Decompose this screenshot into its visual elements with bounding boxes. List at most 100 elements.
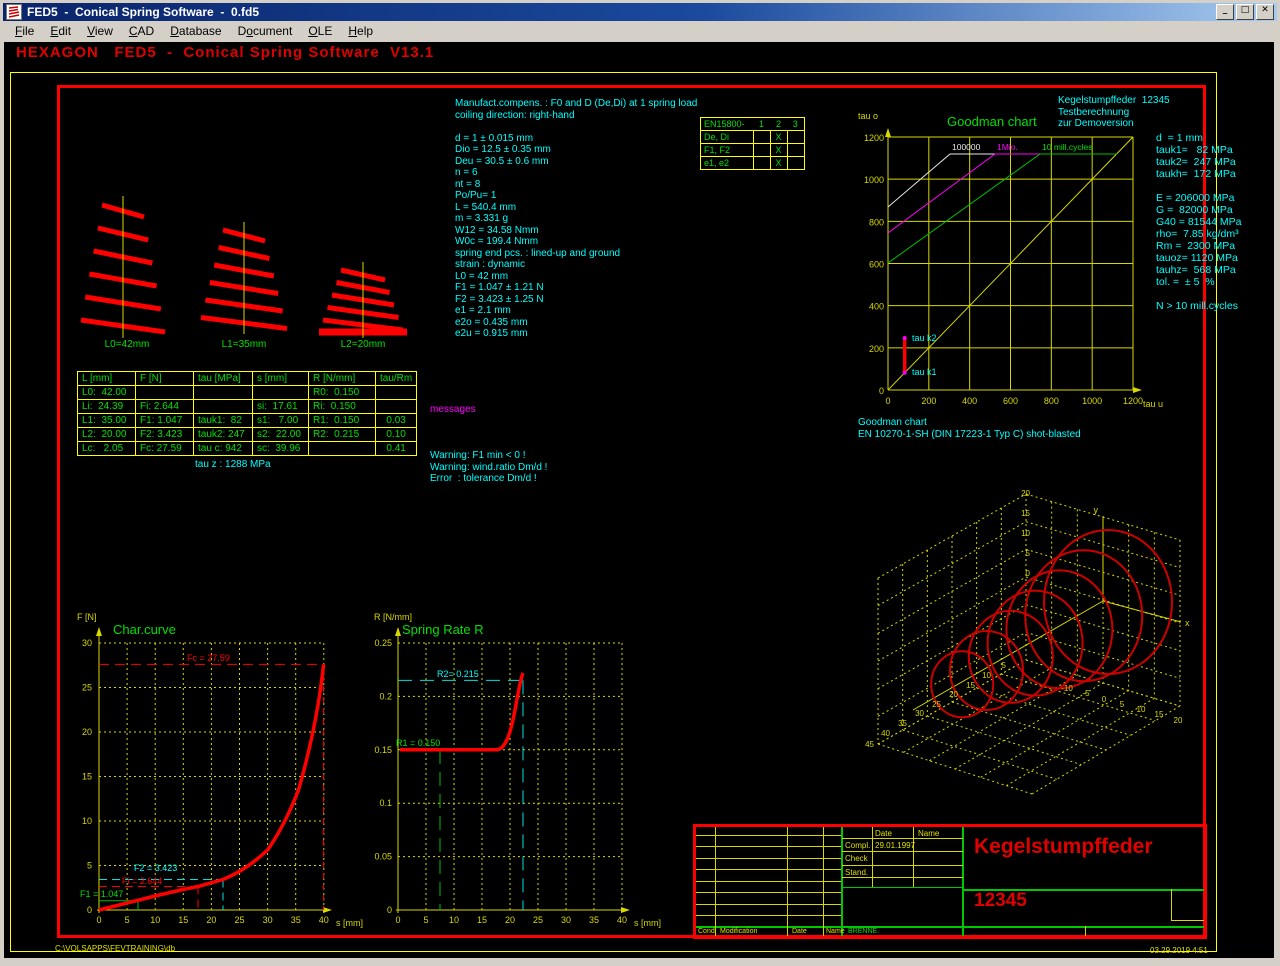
material-data-block: d = 1 mmtauk1= 82 MPatauk2= 247 MPataukh…: [1156, 132, 1242, 312]
messages-title: messages: [430, 404, 547, 416]
material-line: G = 82000 MPa: [1156, 204, 1242, 216]
tick-label: 0: [87, 905, 92, 915]
char-curve-chart: Fc = 27.59 F2 = 3.423 Fi = 2.644 F1 = 1.…: [75, 605, 375, 935]
minimize-button[interactable]: _: [1216, 4, 1234, 20]
material-line: taukh= 172 MPa: [1156, 168, 1242, 180]
parameter-line: F1 = 1.047 ± 1.21 N: [455, 282, 697, 294]
results-cell: F1: 1.047: [136, 414, 194, 428]
menu-view[interactable]: View: [79, 22, 121, 40]
menu-database[interactable]: Database: [162, 22, 229, 40]
parameter-line: L0 = 42 mm: [455, 271, 697, 283]
parameter-line: m = 3.331 g: [455, 213, 697, 225]
grid-line: [696, 904, 841, 905]
char-curve-title: Char.curve: [113, 622, 176, 637]
results-cell: R0: 0.150: [309, 386, 376, 400]
tick-label: 5: [1002, 661, 1007, 670]
spring-icon: [7, 5, 21, 19]
tick-label: 600: [1003, 396, 1018, 406]
fc-label: Fc = 27.59: [187, 653, 230, 663]
spring-rate-y-label: R [N/mm]: [374, 612, 412, 622]
tick-label: 15: [966, 681, 975, 690]
menu-file[interactable]: File: [7, 22, 42, 40]
f2-label: F2 = 3.423: [134, 863, 177, 873]
en15800-table: EN15800-123De, DiXF1, F2Xe1, e2X: [700, 117, 805, 170]
r1-label: R1 = 0.150: [396, 738, 440, 748]
en-header-label: EN15800-: [701, 118, 754, 131]
part-number: 12345: [974, 890, 1027, 912]
tick-label: 0.15: [374, 745, 392, 755]
grid-line: [696, 858, 841, 859]
cycle-line-label: 1Mio.: [997, 142, 1018, 152]
tick-label: 15: [1021, 509, 1030, 518]
material-line: E = 206000 MPa: [1156, 192, 1242, 204]
tick-label: 0: [1102, 695, 1107, 704]
results-cell: Lc: 2.05: [78, 442, 136, 456]
title-bar[interactable]: FED5 - Conical Spring Software - 0.fd5 _…: [3, 3, 1277, 21]
results-cell: s2: 22.00: [253, 428, 309, 442]
tick-label: 0: [879, 386, 884, 396]
part-name: Kegelstumpffeder: [974, 835, 1153, 859]
parameter-line: e2o = 0.435 mm: [455, 317, 697, 329]
tick-label: 10: [1021, 529, 1030, 538]
goodman-caption-line: Goodman chart: [858, 417, 1081, 429]
en-cell: [787, 157, 804, 170]
spring-l2-label: L2=20mm: [321, 339, 405, 350]
spring-rate-x-arrow: [621, 907, 630, 913]
results-cell: [194, 386, 253, 400]
menu-document[interactable]: Document: [230, 22, 301, 40]
app-icon: [6, 4, 22, 20]
tick-label: 20: [949, 690, 958, 699]
tick-label: 30: [561, 915, 571, 925]
cycle-line-label: 100000: [952, 142, 981, 152]
en-cell: [753, 157, 770, 170]
close-button[interactable]: ✕: [1256, 4, 1274, 20]
grid-line: [842, 851, 963, 852]
results-cell: tauk2: 247: [194, 428, 253, 442]
goodman-title: Goodman chart: [947, 114, 1037, 129]
menu-cad[interactable]: CAD: [121, 22, 162, 40]
grid-line: [696, 881, 841, 882]
char-curve-x-label: s [mm]: [336, 918, 363, 928]
tick-label: 10: [449, 915, 459, 925]
parameter-line: Dio = 12.5 ± 0.35 mm: [455, 144, 697, 156]
table-row: L0: 42.00R0: 0.150: [78, 386, 417, 400]
name-label: Name: [826, 928, 845, 935]
tau-k2-label: tau k2: [912, 333, 937, 343]
material-line: Rm = 2300 MPa: [1156, 240, 1242, 252]
goodman-x-axis-label: tau u: [1143, 399, 1163, 409]
maximize-button[interactable]: □: [1236, 4, 1254, 20]
tick-label: 5: [1120, 700, 1125, 709]
results-header-cell: tau [MPa]: [194, 372, 253, 386]
tick-label: 0: [1026, 569, 1031, 578]
parameter-line: d = 1 ± 0.015 mm: [455, 133, 697, 145]
tick-label: 15: [477, 915, 487, 925]
results-cell: sc: 39.96: [253, 442, 309, 456]
grid-line: [913, 827, 914, 887]
grid-line: [842, 838, 963, 839]
r2-lines: [398, 680, 523, 910]
message-line: [430, 439, 547, 451]
en-cell: X: [770, 131, 787, 144]
tick-label: 5: [125, 915, 130, 925]
database-path: C:\VOLSAPPS\FEVTRAINING\db: [55, 944, 175, 953]
parameter-line: W12 = 34.58 Nmm: [455, 225, 697, 237]
results-cell: R1: 0.150: [309, 414, 376, 428]
menu-edit[interactable]: Edit: [42, 22, 79, 40]
grid-line: [696, 846, 841, 847]
grid-line: [696, 892, 841, 893]
tick-label: 10: [150, 915, 160, 925]
tick-label: 40: [617, 915, 627, 925]
results-cell: R2: 0.215: [309, 428, 376, 442]
tick-label: 0: [885, 396, 890, 406]
parameter-line: [455, 121, 697, 133]
r2-label: R2= 0.215: [437, 669, 479, 679]
menu-ole[interactable]: OLE: [300, 22, 340, 40]
tick-label: 200: [921, 396, 936, 406]
tick-label: 0: [387, 905, 392, 915]
menu-help[interactable]: Help: [340, 22, 381, 40]
parameter-line: coiling direction: right-hand: [455, 110, 697, 122]
tick-label: 0: [96, 915, 101, 925]
menu-bar: FileEditViewCADDatabaseDocumentOLEHelp: [3, 21, 1277, 41]
table-row: Li: 24.39Fi: 2.644si: 17.61Ri: 0.150: [78, 400, 417, 414]
check-label: Check: [845, 854, 868, 863]
